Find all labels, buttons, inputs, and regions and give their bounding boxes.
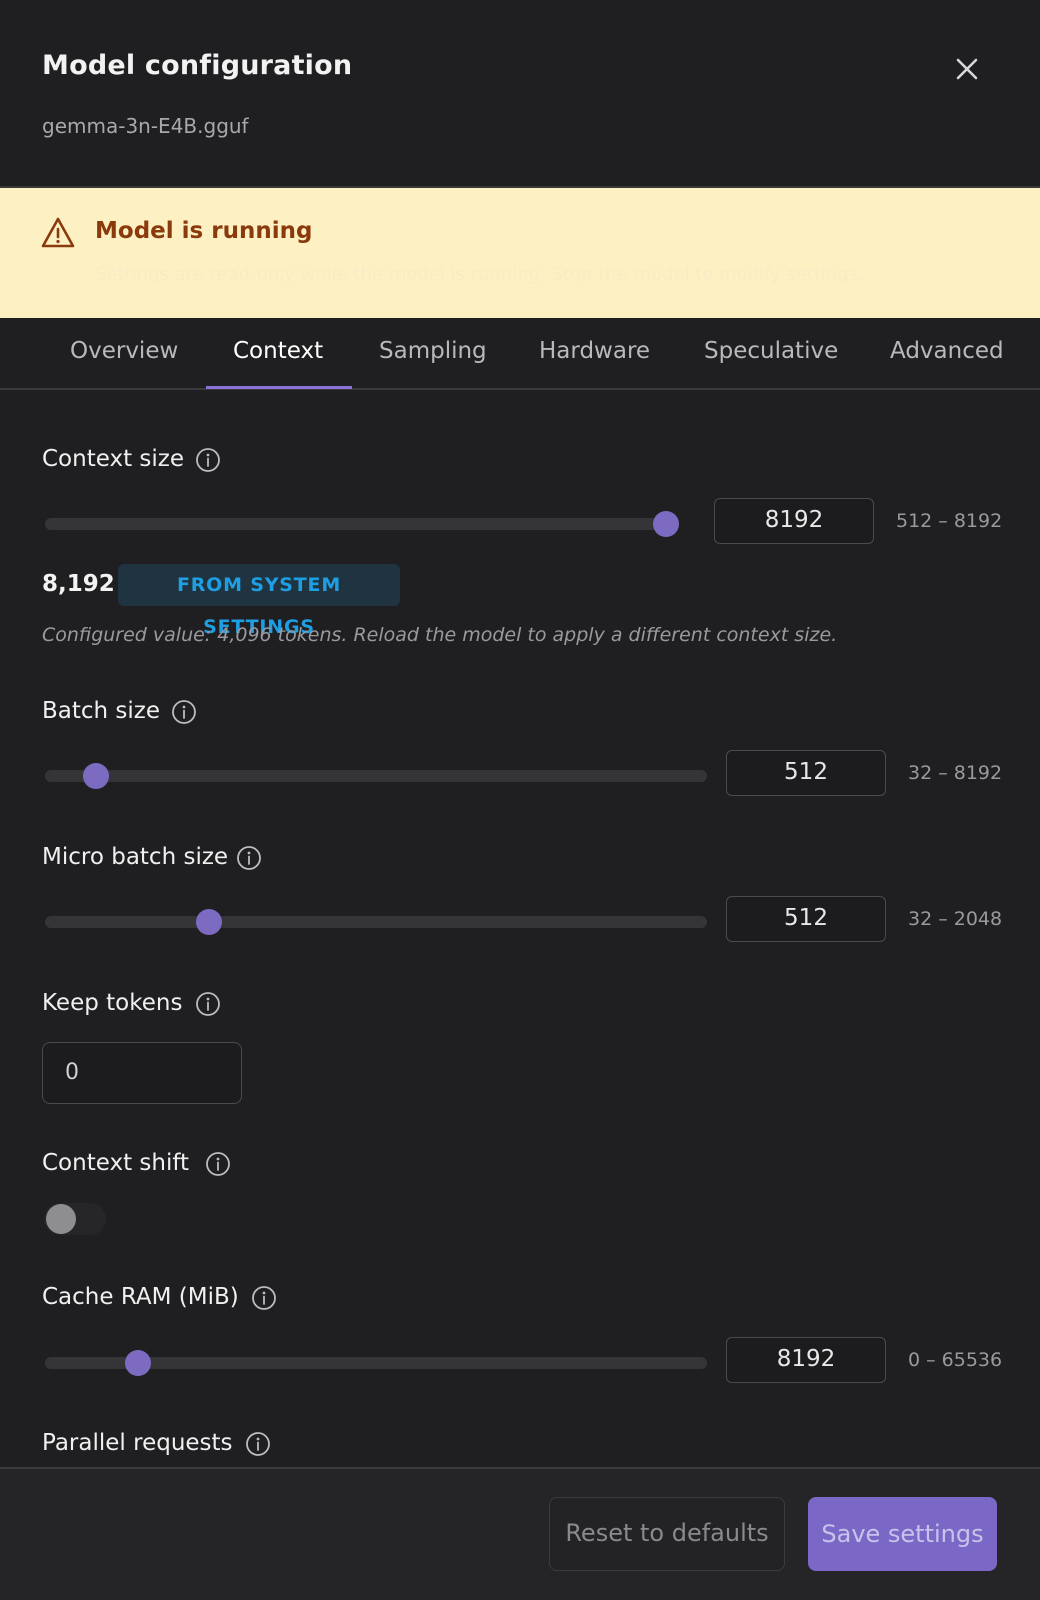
dialog-header	[0, 0, 1040, 188]
micro-batch-size-label: Micro batch size	[42, 844, 229, 870]
info-icon[interactable]	[251, 1285, 277, 1311]
parallel-requests-label: Parallel requests	[42, 1430, 233, 1456]
active-tab-indicator	[206, 386, 352, 389]
keep-tokens-label: Keep tokens	[42, 990, 183, 1016]
context-size-effective-value: 8,192	[42, 571, 115, 597]
batch-size-slider-track[interactable]	[45, 770, 707, 782]
micro-batch-size-range: 32 – 2048	[908, 908, 1003, 930]
close-button[interactable]	[950, 52, 984, 86]
warning-triangle-icon	[40, 216, 76, 250]
cache-ram-slider-thumb[interactable]	[124, 1350, 151, 1376]
info-icon[interactable]	[205, 1151, 231, 1177]
tab-advanced[interactable]: Advanced	[890, 338, 1004, 364]
dialog-title: Model configuration	[42, 50, 353, 81]
micro-batch-size-slider-thumb[interactable]	[196, 909, 223, 935]
cache-ram-range: 0 – 65536	[908, 1349, 1003, 1371]
context-size-slider-thumb[interactable]	[653, 511, 679, 537]
context-size-input[interactable]: 8192	[714, 498, 874, 544]
tab-sampling[interactable]: Sampling	[379, 338, 487, 364]
cache-ram-label: Cache RAM (MiB)	[42, 1284, 239, 1310]
context-size-note: Configured value: 4,096 tokens. Reload t…	[42, 624, 838, 646]
batch-size-input[interactable]: 512	[726, 750, 886, 796]
tab-context[interactable]: Context	[233, 338, 323, 364]
info-icon[interactable]	[171, 699, 197, 725]
tab-overview[interactable]: Overview	[70, 338, 178, 364]
toggle-knob	[46, 1204, 76, 1234]
micro-batch-size-slider-track[interactable]	[45, 916, 707, 928]
banner-title: Model is running	[95, 218, 313, 244]
micro-batch-size-input[interactable]: 512	[726, 896, 886, 942]
batch-size-range: 32 – 8192	[908, 762, 1003, 784]
info-icon[interactable]	[195, 991, 221, 1017]
model-filename: gemma-3n-E4B.gguf	[42, 114, 249, 138]
banner-message: Settings are read-only while the model i…	[95, 264, 864, 285]
context-size-label: Context size	[42, 446, 185, 472]
model-config-dialog: Model configuration gemma-3n-E4B.gguf Mo…	[0, 0, 1040, 1600]
context-shift-label: Context shift	[42, 1150, 190, 1176]
save-settings-button[interactable]: Save settings	[808, 1497, 997, 1571]
context-shift-toggle[interactable]	[44, 1203, 106, 1235]
batch-size-label: Batch size	[42, 698, 161, 724]
close-icon	[956, 58, 978, 80]
info-icon[interactable]	[195, 447, 221, 473]
tab-hardware[interactable]: Hardware	[539, 338, 650, 364]
context-size-slider-track[interactable]	[45, 518, 679, 530]
tab-speculative[interactable]: Speculative	[704, 338, 838, 364]
batch-size-slider-thumb[interactable]	[82, 763, 109, 789]
info-icon[interactable]	[236, 845, 262, 871]
system-settings-badge: FROM SYSTEM SETTINGS	[118, 564, 400, 638]
running-warning-banner	[0, 188, 1040, 318]
info-icon[interactable]	[245, 1431, 271, 1457]
keep-tokens-input[interactable]: 0	[42, 1042, 242, 1104]
context-size-range: 512 – 8192	[896, 510, 1003, 532]
reset-to-defaults-button[interactable]: Reset to defaults	[549, 1497, 785, 1571]
cache-ram-input[interactable]: 8192	[726, 1337, 886, 1383]
